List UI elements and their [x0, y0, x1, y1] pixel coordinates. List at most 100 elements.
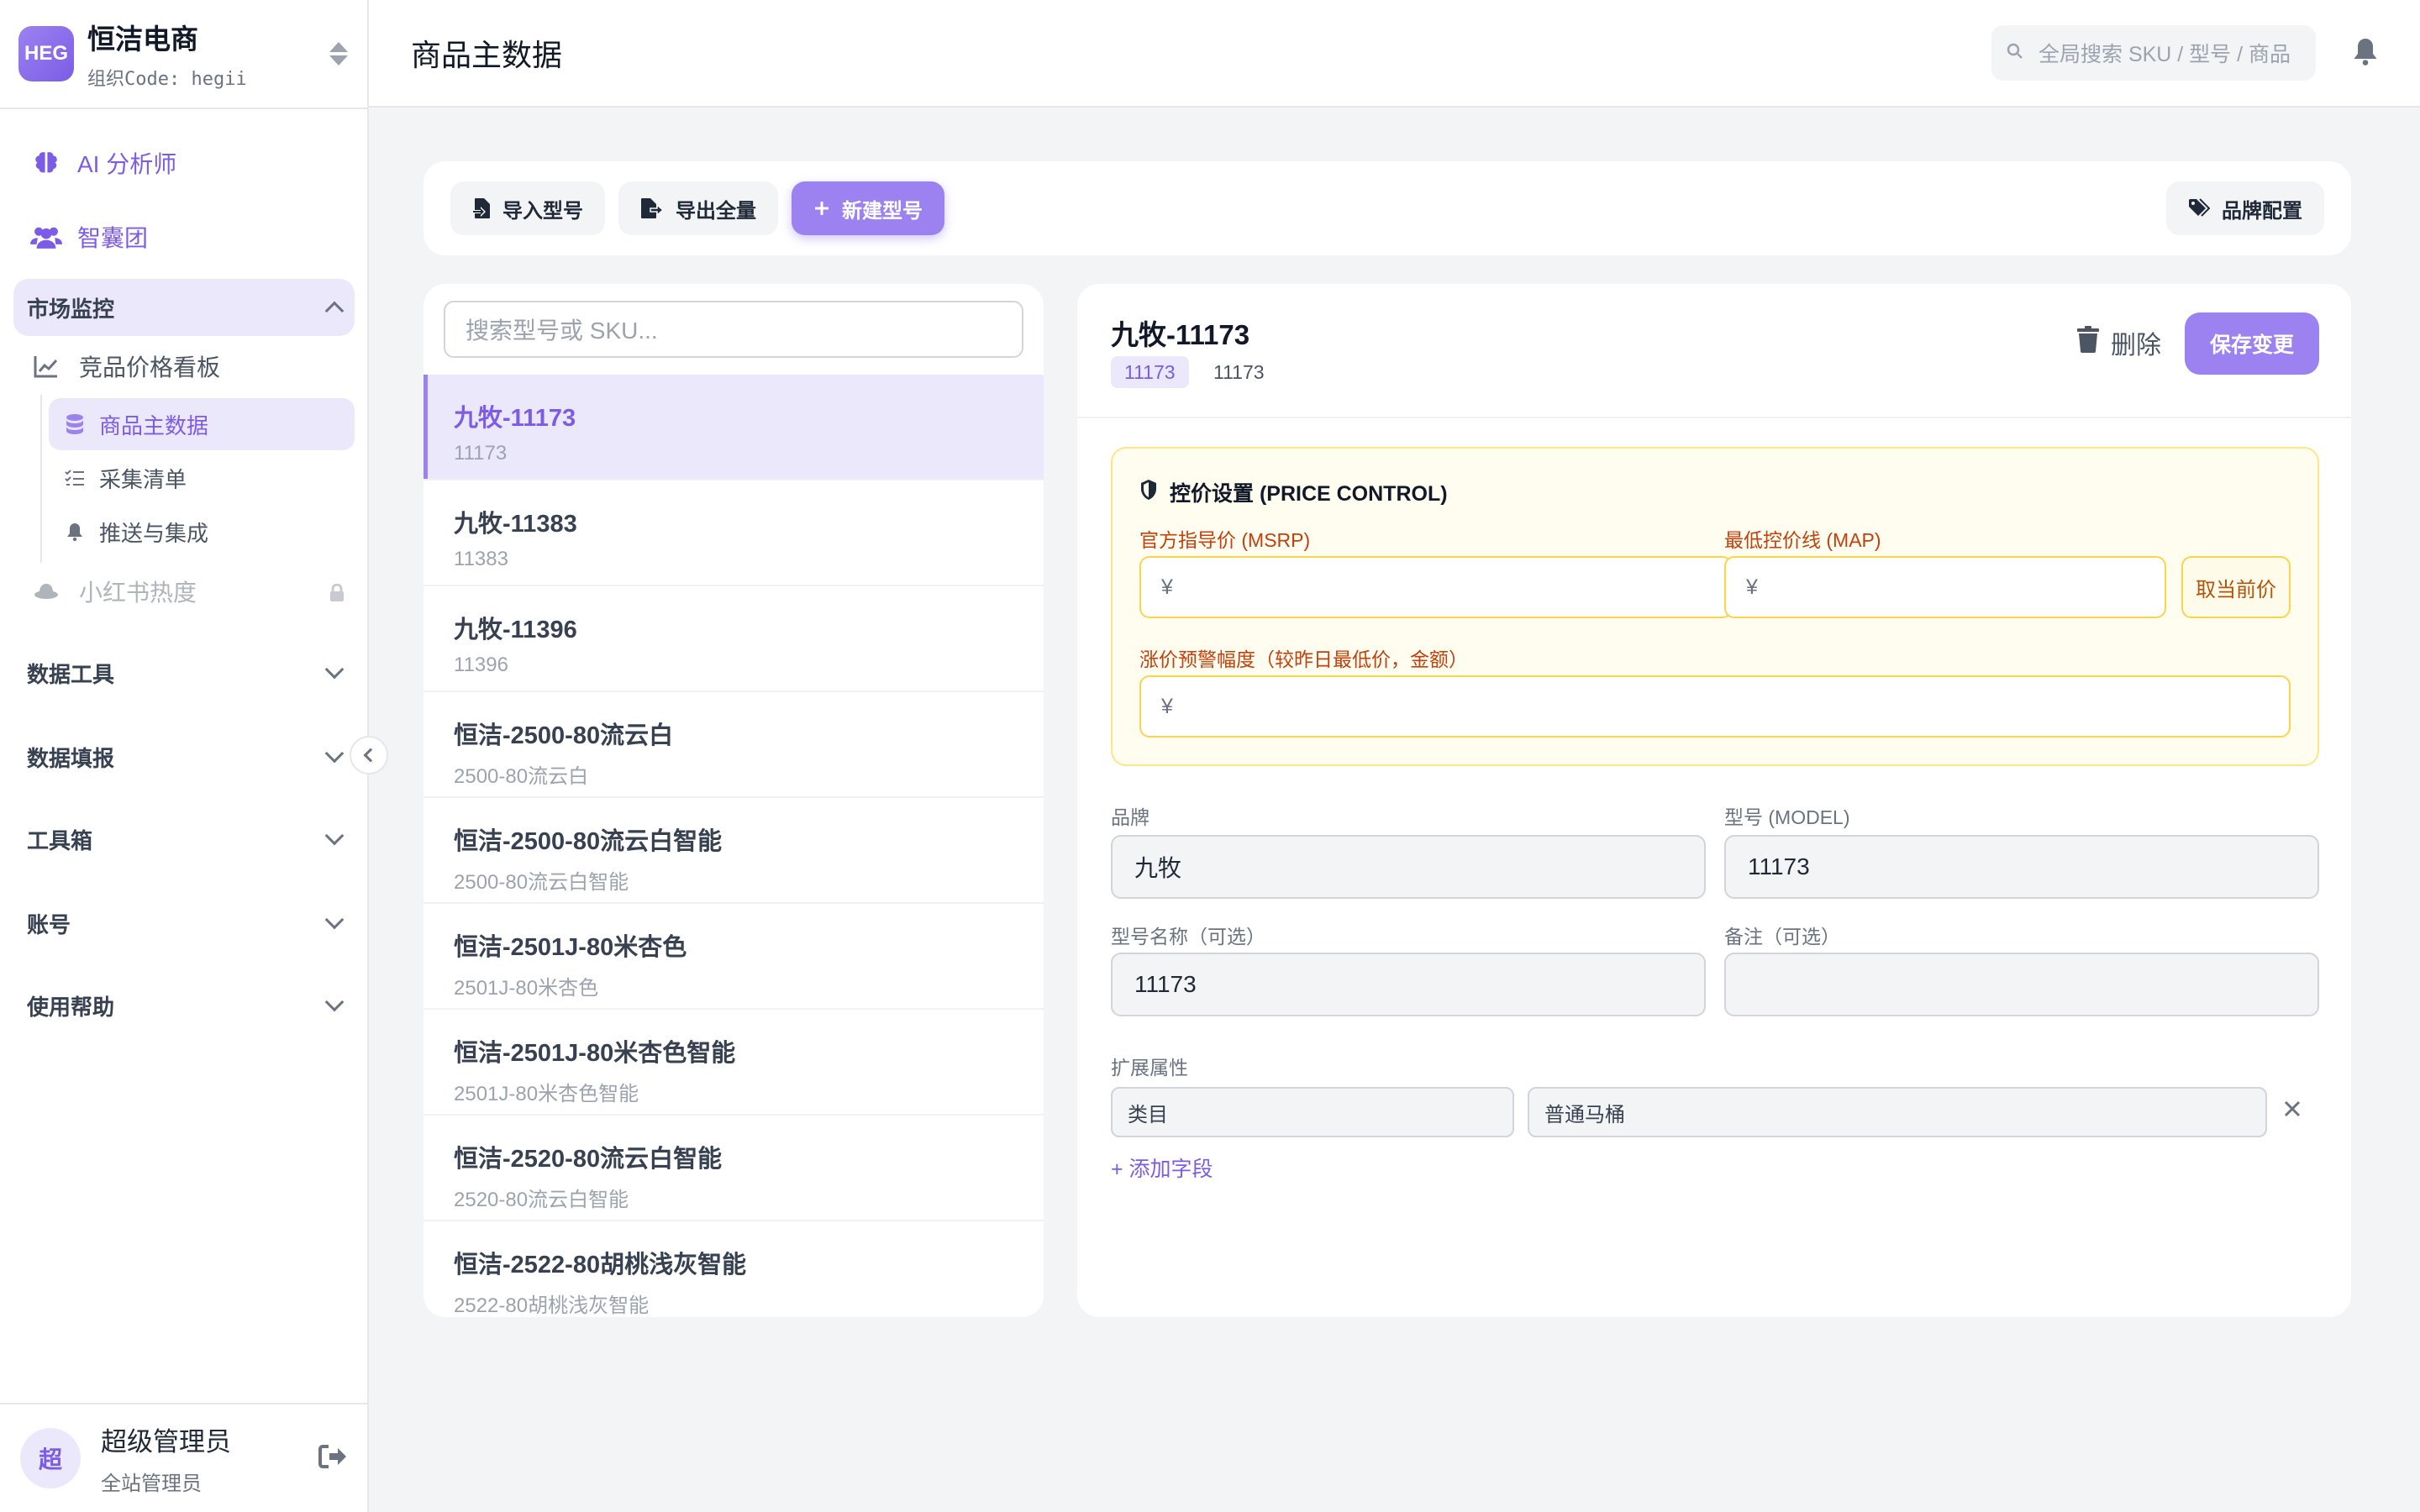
nav-group-label: 工具箱	[27, 827, 93, 853]
msrp-label: 官方指导价 (MSRP)	[1139, 529, 1311, 551]
chevron-up-icon	[324, 301, 345, 321]
model-name-label: 型号名称（可选）	[1111, 926, 1265, 948]
new-model-label: 新建型号	[842, 199, 923, 223]
price-alert-input[interactable]: ¥	[1139, 675, 2291, 738]
model-list-panel: 搜索型号或 SKU... 九牧-11173 11173 九牧-11383 113…	[424, 284, 1044, 1317]
plus-icon	[813, 200, 830, 217]
list-item[interactable]: 恒洁-2522-80胡桃浅灰智能 2522-80胡桃浅灰智能	[424, 1221, 1044, 1317]
brand-config-button[interactable]: 品牌配置	[2166, 181, 2324, 235]
map-input[interactable]: ¥	[1724, 556, 2166, 618]
model-sku: 2500-80流云白	[454, 765, 589, 788]
brand-field[interactable]: 九牧	[1111, 835, 1706, 899]
extended-attributes-label: 扩展属性	[1111, 1057, 1188, 1079]
model-sku: 11396	[454, 654, 508, 676]
tags-icon	[2188, 198, 2210, 218]
price-control-title-text: 控价设置 (PRICE CONTROL)	[1170, 482, 1448, 506]
model-detail-panel: 九牧-11173 11173 11173 删除 保存变更 控价设置 (PRICE…	[1077, 284, 2351, 1317]
nav-group-label: 数据填报	[27, 745, 115, 771]
import-models-button[interactable]: 导入型号	[450, 181, 605, 235]
line-chart-icon	[34, 354, 59, 379]
list-item[interactable]: 恒洁-2500-80流云白 2500-80流云白	[424, 692, 1044, 798]
nav-ai-analyst[interactable]: AI 分析师	[30, 146, 176, 180]
delete-button[interactable]: 删除	[2077, 319, 2161, 366]
add-field-link[interactable]: + 添加字段	[1111, 1152, 1213, 1183]
list-item[interactable]: 九牧-11383 11383	[424, 480, 1044, 586]
action-toolbar: 导入型号 导出全量 新建型号 品牌配置	[424, 161, 2351, 255]
org-logo: HEG	[18, 26, 74, 81]
model-name: 恒洁-2500-80流云白智能	[454, 828, 723, 855]
nav-group-toolbox[interactable]: 工具箱	[27, 818, 345, 860]
nav-think-tank-label: 智囊团	[77, 225, 149, 251]
nav-group-market-monitor-label: 市场监控	[27, 296, 115, 322]
model-label: 型号 (MODEL)	[1724, 806, 1850, 828]
model-name-field[interactable]: 11173	[1111, 953, 1706, 1016]
use-current-price-button[interactable]: 取当前价	[2181, 556, 2291, 618]
brand-label: 品牌	[1111, 806, 1150, 828]
bell-icon	[64, 521, 86, 543]
save-changes-button[interactable]: 保存变更	[2185, 312, 2319, 375]
remove-attribute-icon[interactable]	[2277, 1094, 2307, 1124]
database-icon	[64, 413, 86, 435]
price-control-title: 控价设置 (PRICE CONTROL)	[1139, 477, 1448, 507]
nav-product-master[interactable]: 商品主数据	[49, 398, 355, 450]
chevron-left-icon	[363, 748, 378, 763]
nav-group-account[interactable]: 账号	[27, 902, 345, 944]
export-all-button[interactable]: 导出全量	[618, 181, 778, 235]
logout-icon[interactable]	[318, 1444, 347, 1473]
checklist-icon	[64, 467, 86, 489]
price-alert-label: 涨价预警幅度（较昨日最低价，金额）	[1139, 648, 1468, 670]
model-sku: 2501J-80米杏色智能	[454, 1083, 639, 1105]
nav-price-board[interactable]: 竞品价格看板	[34, 349, 220, 383]
nav-collect-list[interactable]: 采集清单	[49, 452, 355, 504]
model-sku: 11383	[454, 548, 508, 570]
new-model-button[interactable]: 新建型号	[792, 181, 944, 235]
model-name: 恒洁-2520-80流云白智能	[454, 1146, 723, 1173]
note-field[interactable]	[1724, 953, 2319, 1016]
chevron-down-icon	[324, 659, 345, 680]
nav-group-market-monitor[interactable]: 市场监控	[13, 279, 355, 336]
model-sku: 2520-80流云白智能	[454, 1189, 629, 1211]
model-name: 恒洁-2501J-80米杏色智能	[454, 1040, 736, 1067]
avatar[interactable]: 超	[20, 1428, 81, 1488]
org-code: 组织Code: hegii	[87, 69, 247, 90]
nav-push-integration[interactable]: 推送与集成	[49, 506, 355, 558]
list-item[interactable]: 恒洁-2501J-80米杏色 2501J-80米杏色	[424, 904, 1044, 1010]
model-sku: 2500-80流云白智能	[454, 871, 629, 894]
nav-group-help[interactable]: 使用帮助	[27, 984, 345, 1026]
org-switcher[interactable]: HEG 恒洁电商 组织Code: hegii	[0, 0, 367, 109]
nav-group-label: 数据工具	[27, 661, 115, 687]
brain-icon	[30, 147, 62, 179]
nav-collect-list-label: 采集清单	[99, 466, 187, 492]
nav-group-data-entry[interactable]: 数据填报	[27, 736, 345, 778]
model-name: 恒洁-2500-80流云白	[454, 722, 674, 749]
model-search-input[interactable]: 搜索型号或 SKU...	[444, 301, 1023, 358]
msrp-input[interactable]: ¥	[1139, 556, 1733, 618]
model-sku: 2501J-80米杏色	[454, 977, 599, 1000]
sidebar-collapse-button[interactable]	[350, 736, 388, 774]
trash-icon	[2077, 326, 2099, 360]
nav-group-data-tools[interactable]: 数据工具	[27, 652, 345, 694]
model-list: 九牧-11173 11173 九牧-11383 11383 九牧-11396 1…	[424, 375, 1044, 1317]
search-icon	[2007, 41, 2023, 66]
list-item[interactable]: 九牧-11173 11173	[424, 375, 1044, 480]
attribute-value-field[interactable]: 普通马桶	[1528, 1087, 2267, 1137]
sort-toggle-icon[interactable]	[329, 42, 349, 66]
notification-bell-icon[interactable]	[2353, 37, 2378, 70]
nav-xhs-heat-label: 小红书热度	[79, 580, 197, 606]
list-item[interactable]: 恒洁-2500-80流云白智能 2500-80流云白智能	[424, 798, 1044, 904]
attribute-key-field[interactable]: 类目	[1111, 1087, 1514, 1137]
nav-price-board-label: 竞品价格看板	[79, 354, 221, 381]
global-search-input[interactable]: 全局搜索 SKU / 型号 / 商品	[1991, 25, 2316, 81]
list-item[interactable]: 九牧-11396 11396	[424, 586, 1044, 692]
brand-config-label: 品牌配置	[2222, 199, 2302, 223]
model-field[interactable]: 11173	[1724, 835, 2319, 899]
list-item[interactable]: 恒洁-2501J-80米杏色智能 2501J-80米杏色智能	[424, 1010, 1044, 1116]
model-sku: 11173	[454, 442, 508, 465]
nav-think-tank[interactable]: 智囊团	[30, 220, 148, 254]
file-export-icon	[640, 197, 664, 219]
import-models-label: 导入型号	[502, 199, 583, 223]
list-item[interactable]: 恒洁-2520-80流云白智能 2520-80流云白智能	[424, 1116, 1044, 1221]
nav-product-master-label: 商品主数据	[99, 412, 209, 438]
model-name: 九牧-11173	[454, 405, 576, 432]
model-sku: 2522-80胡桃浅灰智能	[454, 1294, 650, 1317]
